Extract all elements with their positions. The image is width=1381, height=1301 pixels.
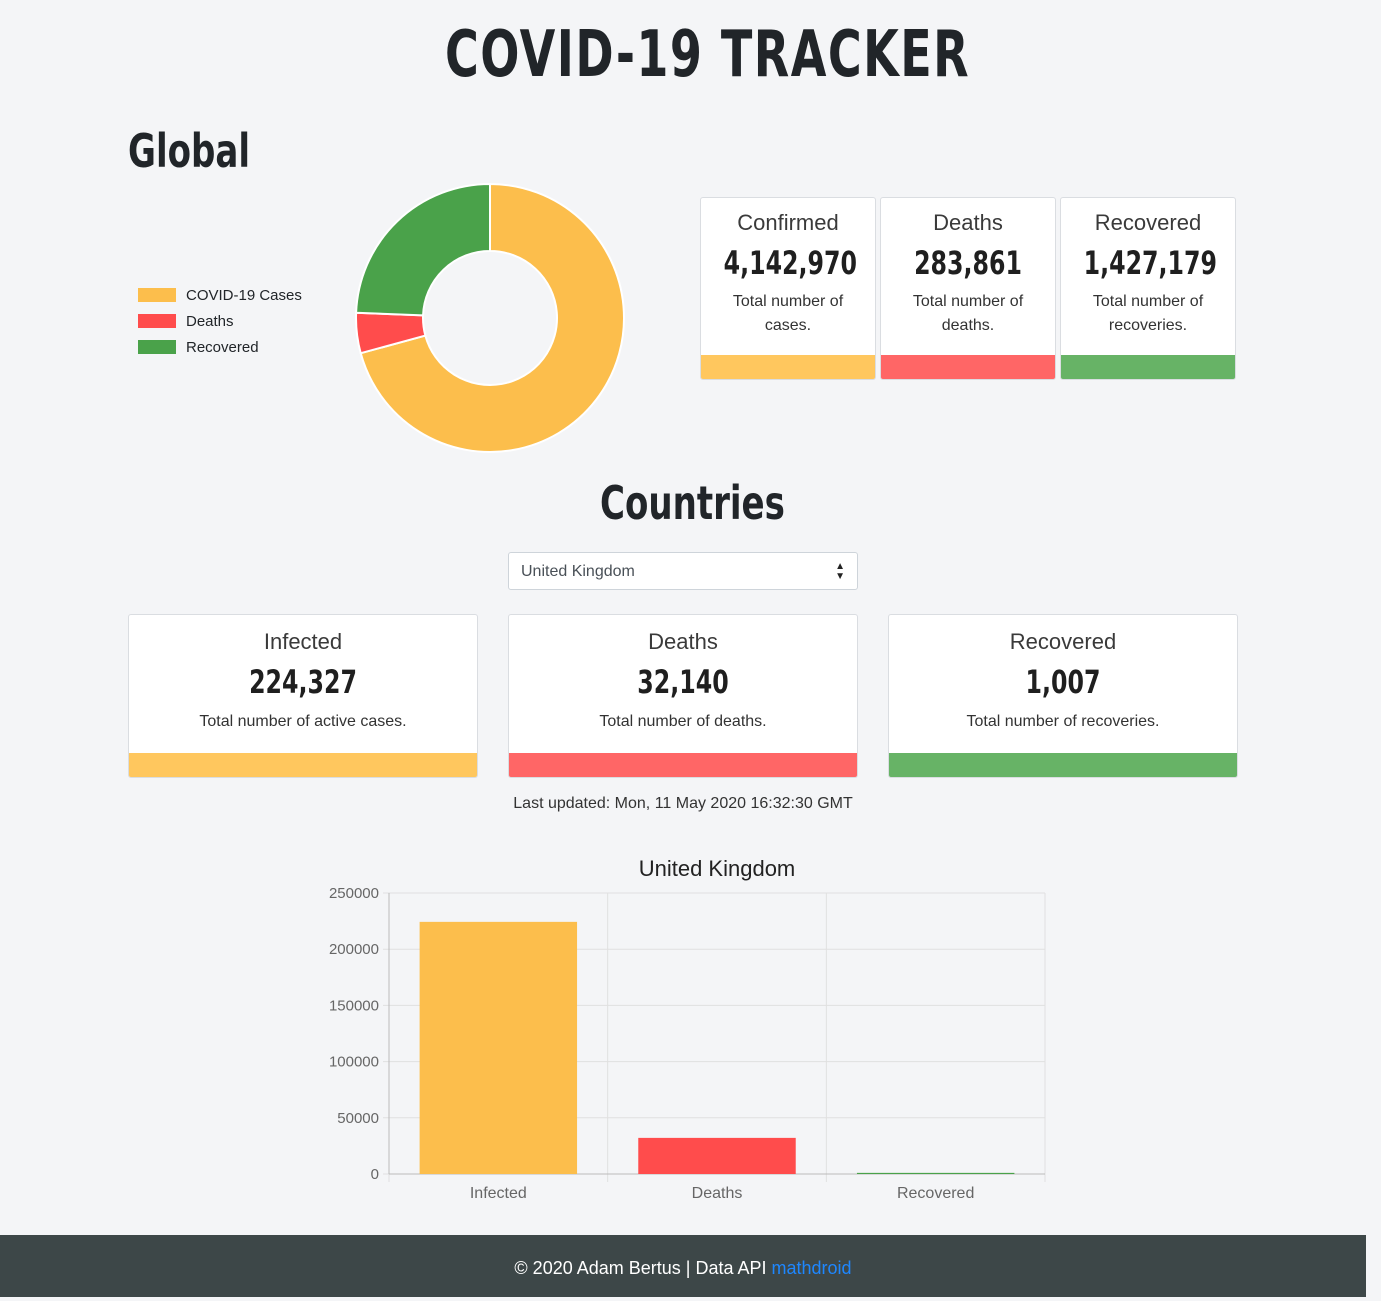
card-color-bar (881, 355, 1055, 379)
y-tick-label: 50000 (337, 1110, 379, 1127)
chart-title: United Kingdom (639, 856, 796, 881)
card-description: Total number of cases. (732, 293, 844, 334)
card-value: 224,327 (249, 663, 357, 701)
y-tick-label: 250000 (329, 885, 379, 902)
country-select-value: United Kingdom (521, 563, 635, 580)
card-title: Recovered (1094, 210, 1202, 235)
card-title: Confirmed (737, 210, 839, 235)
country-card-recovered: Recovered 1,007 Total number of recoveri… (888, 614, 1238, 778)
card-title: Deaths (648, 629, 718, 654)
global-card-deaths: Deaths 283,861 Total number of deaths. (880, 197, 1056, 380)
x-tick-label-deaths: Deaths (692, 1185, 743, 1202)
card-color-bar (129, 753, 477, 777)
card-color-bar (1061, 355, 1235, 379)
legend-item-deaths[interactable]: Deaths (138, 308, 302, 334)
app-title: COVID-19 TRACKER (445, 18, 971, 92)
legend-label-cases: COVID-19 Cases (186, 286, 302, 304)
mathdroid-link[interactable]: mathdroid (772, 1258, 852, 1278)
card-value: 32,140 (637, 663, 729, 701)
y-tick-label: 0 (371, 1166, 379, 1183)
legend-swatch-deaths (138, 314, 176, 328)
card-description: Total number of recoveries. (1092, 293, 1204, 334)
sort-arrows-icon: ▲ ▼ (835, 561, 845, 582)
legend-swatch-cases (138, 288, 176, 302)
legend-label-recovered: Recovered (186, 338, 259, 356)
global-card-recovered: Recovered 1,427,179 Total number of reco… (1060, 197, 1236, 380)
legend-item-recovered[interactable]: Recovered (138, 334, 302, 360)
country-bar-chart: United Kingdom 0 50000 100000 150000 200000 25… (329, 856, 1046, 1202)
countries-heading: Countries (600, 476, 785, 530)
bar-deaths[interactable] (638, 1137, 796, 1174)
x-tick-label-recovered: Recovered (897, 1185, 974, 1202)
card-color-bar (701, 355, 875, 379)
card-title: Recovered (1009, 629, 1117, 654)
footer: © 2020 Adam Bertus | Data API mathdroid (0, 1235, 1366, 1297)
card-color-bar (509, 753, 857, 777)
card-description: Total number of deaths. (599, 713, 767, 730)
footer-text: © 2020 Adam Bertus | Data API (514, 1258, 772, 1278)
country-card-deaths: Deaths 32,140 Total number of deaths. (508, 614, 858, 778)
donut-legend: COVID-19 Cases Deaths Recovered (138, 282, 302, 360)
global-donut-chart (355, 182, 625, 453)
legend-swatch-recovered (138, 340, 176, 354)
card-description: Total number of deaths. (912, 293, 1024, 334)
donut-slice-recovered[interactable] (355, 182, 491, 317)
global-heading: Global (128, 124, 251, 178)
country-select[interactable]: United Kingdom ▲ ▼ (508, 552, 858, 590)
card-color-bar (889, 753, 1237, 777)
legend-label-deaths: Deaths (186, 312, 234, 330)
global-card-confirmed: Confirmed 4,142,970 Total number of case… (700, 197, 876, 380)
last-updated-text: Last updated: Mon, 11 May 2020 16:32:30 … (513, 795, 853, 812)
card-value: 1,427,179 (1083, 244, 1217, 282)
card-value: 283,861 (914, 244, 1022, 282)
y-tick-label: 200000 (329, 941, 379, 958)
legend-item-cases[interactable]: COVID-19 Cases (138, 282, 302, 308)
x-tick-label-infected: Infected (470, 1185, 527, 1202)
card-title: Deaths (933, 210, 1003, 235)
bar-infected[interactable] (419, 921, 578, 1174)
card-value: 4,142,970 (723, 244, 857, 282)
card-title: Infected (263, 629, 343, 654)
card-description: Total number of recoveries. (966, 713, 1160, 730)
country-card-infected: Infected 224,327 Total number of active … (128, 614, 478, 778)
y-tick-label: 100000 (329, 1054, 379, 1071)
bar-recovered[interactable] (856, 1172, 1015, 1174)
card-description: Total number of active cases. (199, 713, 407, 730)
y-tick-label: 150000 (329, 997, 379, 1014)
card-value: 1,007 (1025, 663, 1101, 701)
